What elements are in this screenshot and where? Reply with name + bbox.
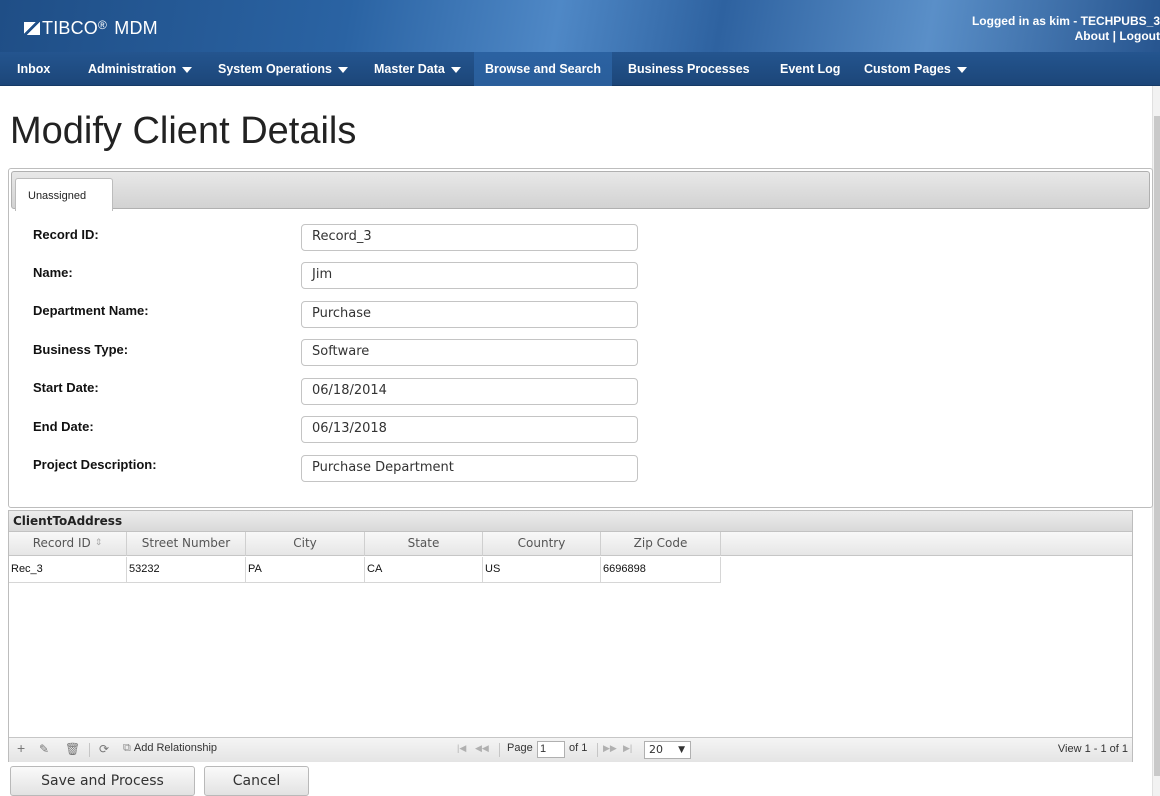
tab-unassigned[interactable]: Unassigned: [15, 178, 113, 211]
department-name-label: Department Name:: [33, 303, 149, 318]
page-size-select[interactable]: 20 ▼: [644, 741, 691, 759]
page-title: Modify Client Details: [10, 110, 357, 152]
nav-label: System Operations: [218, 62, 332, 76]
column-header-zip-code[interactable]: Zip Code: [601, 532, 721, 556]
start-date-field[interactable]: 06/18/2014: [301, 378, 638, 405]
logout-link[interactable]: Logout: [1119, 29, 1160, 43]
edit-icon[interactable]: ✎: [39, 742, 49, 756]
department-name-field[interactable]: Purchase: [301, 301, 638, 328]
column-header-country[interactable]: Country: [483, 532, 601, 556]
page-size-value: 20: [649, 743, 663, 756]
tibco-logo-icon: [24, 22, 40, 35]
chevron-down-icon: [956, 66, 967, 73]
nav-label: Browse and Search: [485, 62, 602, 76]
nav-item-business-processes[interactable]: Business Processes: [628, 52, 750, 86]
logged-in-text: Logged in as kim - TECHPUBS_3: [971, 14, 1160, 28]
cell-state: CA: [365, 557, 483, 583]
start-date-label: Start Date:: [33, 380, 99, 395]
about-link[interactable]: About: [1075, 29, 1110, 43]
nav-label: Event Log: [780, 62, 841, 76]
column-header-label: Record ID: [32, 536, 91, 550]
column-header-record-id[interactable]: Record ID ⇕: [9, 532, 127, 556]
cell-country: US: [483, 557, 601, 583]
prev-page-icon[interactable]: ◀◀: [475, 743, 489, 754]
pager-divider: [597, 743, 598, 757]
first-page-icon[interactable]: |◀: [457, 743, 466, 754]
chevron-down-icon: ▼: [678, 745, 685, 755]
pager-divider: [499, 743, 500, 757]
page-scrollbar[interactable]: [1152, 86, 1160, 796]
column-header-street-number[interactable]: Street Number: [127, 532, 246, 556]
nav-item-master-data[interactable]: Master Data: [374, 52, 461, 86]
nav-label: Master Data: [374, 62, 445, 76]
column-header-city[interactable]: City: [246, 532, 365, 556]
link-separator: |: [1112, 29, 1116, 43]
project-description-label: Project Description:: [33, 457, 157, 472]
delete-icon[interactable]: 🗑: [65, 742, 80, 756]
nav-label: Custom Pages: [864, 62, 951, 76]
product-name: MDM: [114, 18, 158, 38]
toolbar-divider: [89, 743, 90, 757]
logo-registered-mark: ®: [98, 18, 108, 32]
nav-item-administration[interactable]: Administration: [88, 52, 193, 86]
project-description-field[interactable]: Purchase Department: [301, 455, 638, 482]
name-label: Name:: [33, 265, 73, 280]
cancel-button[interactable]: Cancel: [204, 766, 309, 796]
chevron-down-icon: [182, 66, 193, 73]
add-relationship-button[interactable]: ⧉ Add Relationship: [123, 742, 217, 755]
grid-pager: + ✎ 🗑 ⟳ ⧉ Add Relationship |◀ ◀◀ Page 1 o…: [9, 737, 1132, 762]
nav-label: Inbox: [17, 62, 51, 76]
page-label: Page: [507, 742, 533, 754]
business-type-field[interactable]: Software: [301, 339, 638, 366]
main-nav: Inbox Administration System Operations M…: [0, 52, 1160, 86]
record-id-label: Record ID:: [33, 227, 99, 242]
refresh-icon[interactable]: ⟳: [99, 742, 109, 756]
tibco-mdm-logo: TIBCO® MDM: [24, 18, 158, 39]
nav-item-inbox[interactable]: Inbox: [17, 52, 50, 86]
client-to-address-grid: ClientToAddress Record ID ⇕ Street Number…: [8, 510, 1133, 762]
chevron-down-icon: [337, 66, 348, 73]
tab-strip: Unassigned: [11, 171, 1150, 211]
relationship-icon: ⧉: [123, 742, 131, 754]
page-number-input[interactable]: 1: [537, 741, 565, 758]
record-form-panel: Unassigned Record ID: Record_3 Name: Jim…: [8, 168, 1153, 508]
next-page-icon[interactable]: ▶▶: [603, 743, 617, 754]
grid-title: ClientToAddress: [9, 511, 1132, 532]
save-and-process-button[interactable]: Save and Process: [10, 766, 195, 796]
nav-item-system-operations[interactable]: System Operations: [218, 52, 348, 86]
grid-header: Record ID ⇕ Street Number City State Coun…: [9, 532, 1132, 556]
cell-zip-code: 6696898: [601, 557, 721, 583]
end-date-field[interactable]: 06/13/2018: [301, 416, 638, 443]
nav-item-browse-and-search[interactable]: Browse and Search: [474, 52, 613, 86]
sort-icon: ⇕: [94, 538, 103, 548]
add-icon[interactable]: +: [17, 740, 25, 756]
cell-record-id: Rec_3: [9, 557, 127, 583]
nav-label: Business Processes: [628, 62, 750, 76]
end-date-label: End Date:: [33, 419, 94, 434]
app-header: TIBCO® MDM Logged in as kim - TECHPUBS_3…: [0, 0, 1160, 52]
scrollbar-thumb[interactable]: [1154, 116, 1160, 776]
logo-text: TIBCO: [42, 18, 99, 38]
business-type-label: Business Type:: [33, 342, 129, 357]
name-field[interactable]: Jim: [301, 262, 638, 289]
user-info: Logged in as kim - TECHPUBS_3 About | Lo…: [972, 14, 1160, 44]
cell-street-number: 53232: [127, 557, 246, 583]
nav-item-custom-pages[interactable]: Custom Pages: [864, 52, 967, 86]
header-links: About | Logout: [972, 29, 1160, 44]
column-header-state[interactable]: State: [365, 532, 483, 556]
nav-item-event-log[interactable]: Event Log: [780, 52, 840, 86]
add-relationship-label: Add Relationship: [133, 742, 218, 754]
nav-label: Administration: [88, 62, 177, 76]
cell-city: PA: [246, 557, 365, 583]
chevron-down-icon: [450, 66, 461, 73]
page-total: of 1: [569, 742, 588, 754]
last-page-icon[interactable]: ▶|: [623, 743, 632, 754]
view-count: View 1 - 1 of 1: [1057, 743, 1128, 755]
record-id-field[interactable]: Record_3: [301, 224, 638, 251]
